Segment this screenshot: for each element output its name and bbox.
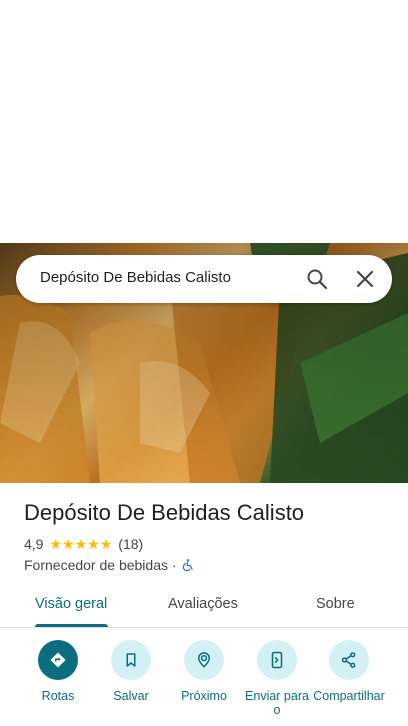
share-button[interactable]: Compartilhar <box>309 640 389 703</box>
star-icon: ★ <box>74 536 88 552</box>
share-button-circle[interactable] <box>329 640 369 680</box>
rating-row[interactable]: 4,9 ★ ★ ★ ★ ★ (18) <box>24 535 143 553</box>
tab-overview[interactable]: Visão geral <box>35 596 107 612</box>
rating-stars: ★ ★ ★ ★ ★ <box>49 537 112 551</box>
directions-button-circle[interactable] <box>38 640 78 680</box>
save-button[interactable]: Salvar <box>91 640 171 703</box>
bookmark-icon <box>126 653 136 667</box>
send-to-phone-button-circle[interactable] <box>257 640 297 680</box>
directions-icon <box>50 652 66 668</box>
map-area[interactable] <box>0 0 408 243</box>
save-label: Salvar <box>113 689 149 703</box>
save-button-circle[interactable] <box>111 640 151 680</box>
review-count[interactable]: (18) <box>118 536 143 552</box>
nearby-icon <box>197 652 211 668</box>
place-category: Fornecedor de bebidas <box>24 557 168 573</box>
separator-dot: · <box>172 557 177 573</box>
nearby-button[interactable]: Próximo <box>164 640 244 703</box>
rating-value: 4,9 <box>24 536 44 552</box>
directions-label: Rotas <box>41 689 75 703</box>
nearby-label: Próximo <box>181 689 227 703</box>
category-row: Fornecedor de bebidas · <box>24 556 195 574</box>
nearby-button-circle[interactable] <box>184 640 224 680</box>
star-icon: ★ <box>87 536 100 552</box>
search-bar[interactable]: Depósito De Bebidas Calisto <box>16 255 392 303</box>
share-label: Compartilhar <box>313 689 385 703</box>
star-icon: ★ <box>99 536 113 552</box>
send-to-phone-icon <box>271 651 283 669</box>
place-title: Depósito De Bebidas Calisto <box>24 500 305 525</box>
tab-about[interactable]: Sobre <box>316 596 355 612</box>
action-buttons: Rotas Salvar Próximo Enviar para o Compa… <box>0 640 408 726</box>
send-to-phone-label: Enviar para o <box>245 689 309 717</box>
star-icon: ★ <box>49 536 63 552</box>
directions-button[interactable]: Rotas <box>18 640 98 703</box>
search-query-text[interactable]: Depósito De Bebidas Calisto <box>40 269 231 286</box>
send-to-phone-button[interactable]: Enviar para o <box>237 640 317 717</box>
wheelchair-accessible-icon <box>182 559 193 572</box>
close-icon[interactable] <box>353 267 377 291</box>
share-icon <box>341 652 356 668</box>
active-tab-indicator <box>35 624 108 627</box>
search-icon[interactable] <box>305 267 329 291</box>
tab-bar: Visão geral Avaliações Sobre <box>0 584 408 628</box>
tab-reviews[interactable]: Avaliações <box>168 596 238 612</box>
star-icon: ★ <box>62 536 75 552</box>
